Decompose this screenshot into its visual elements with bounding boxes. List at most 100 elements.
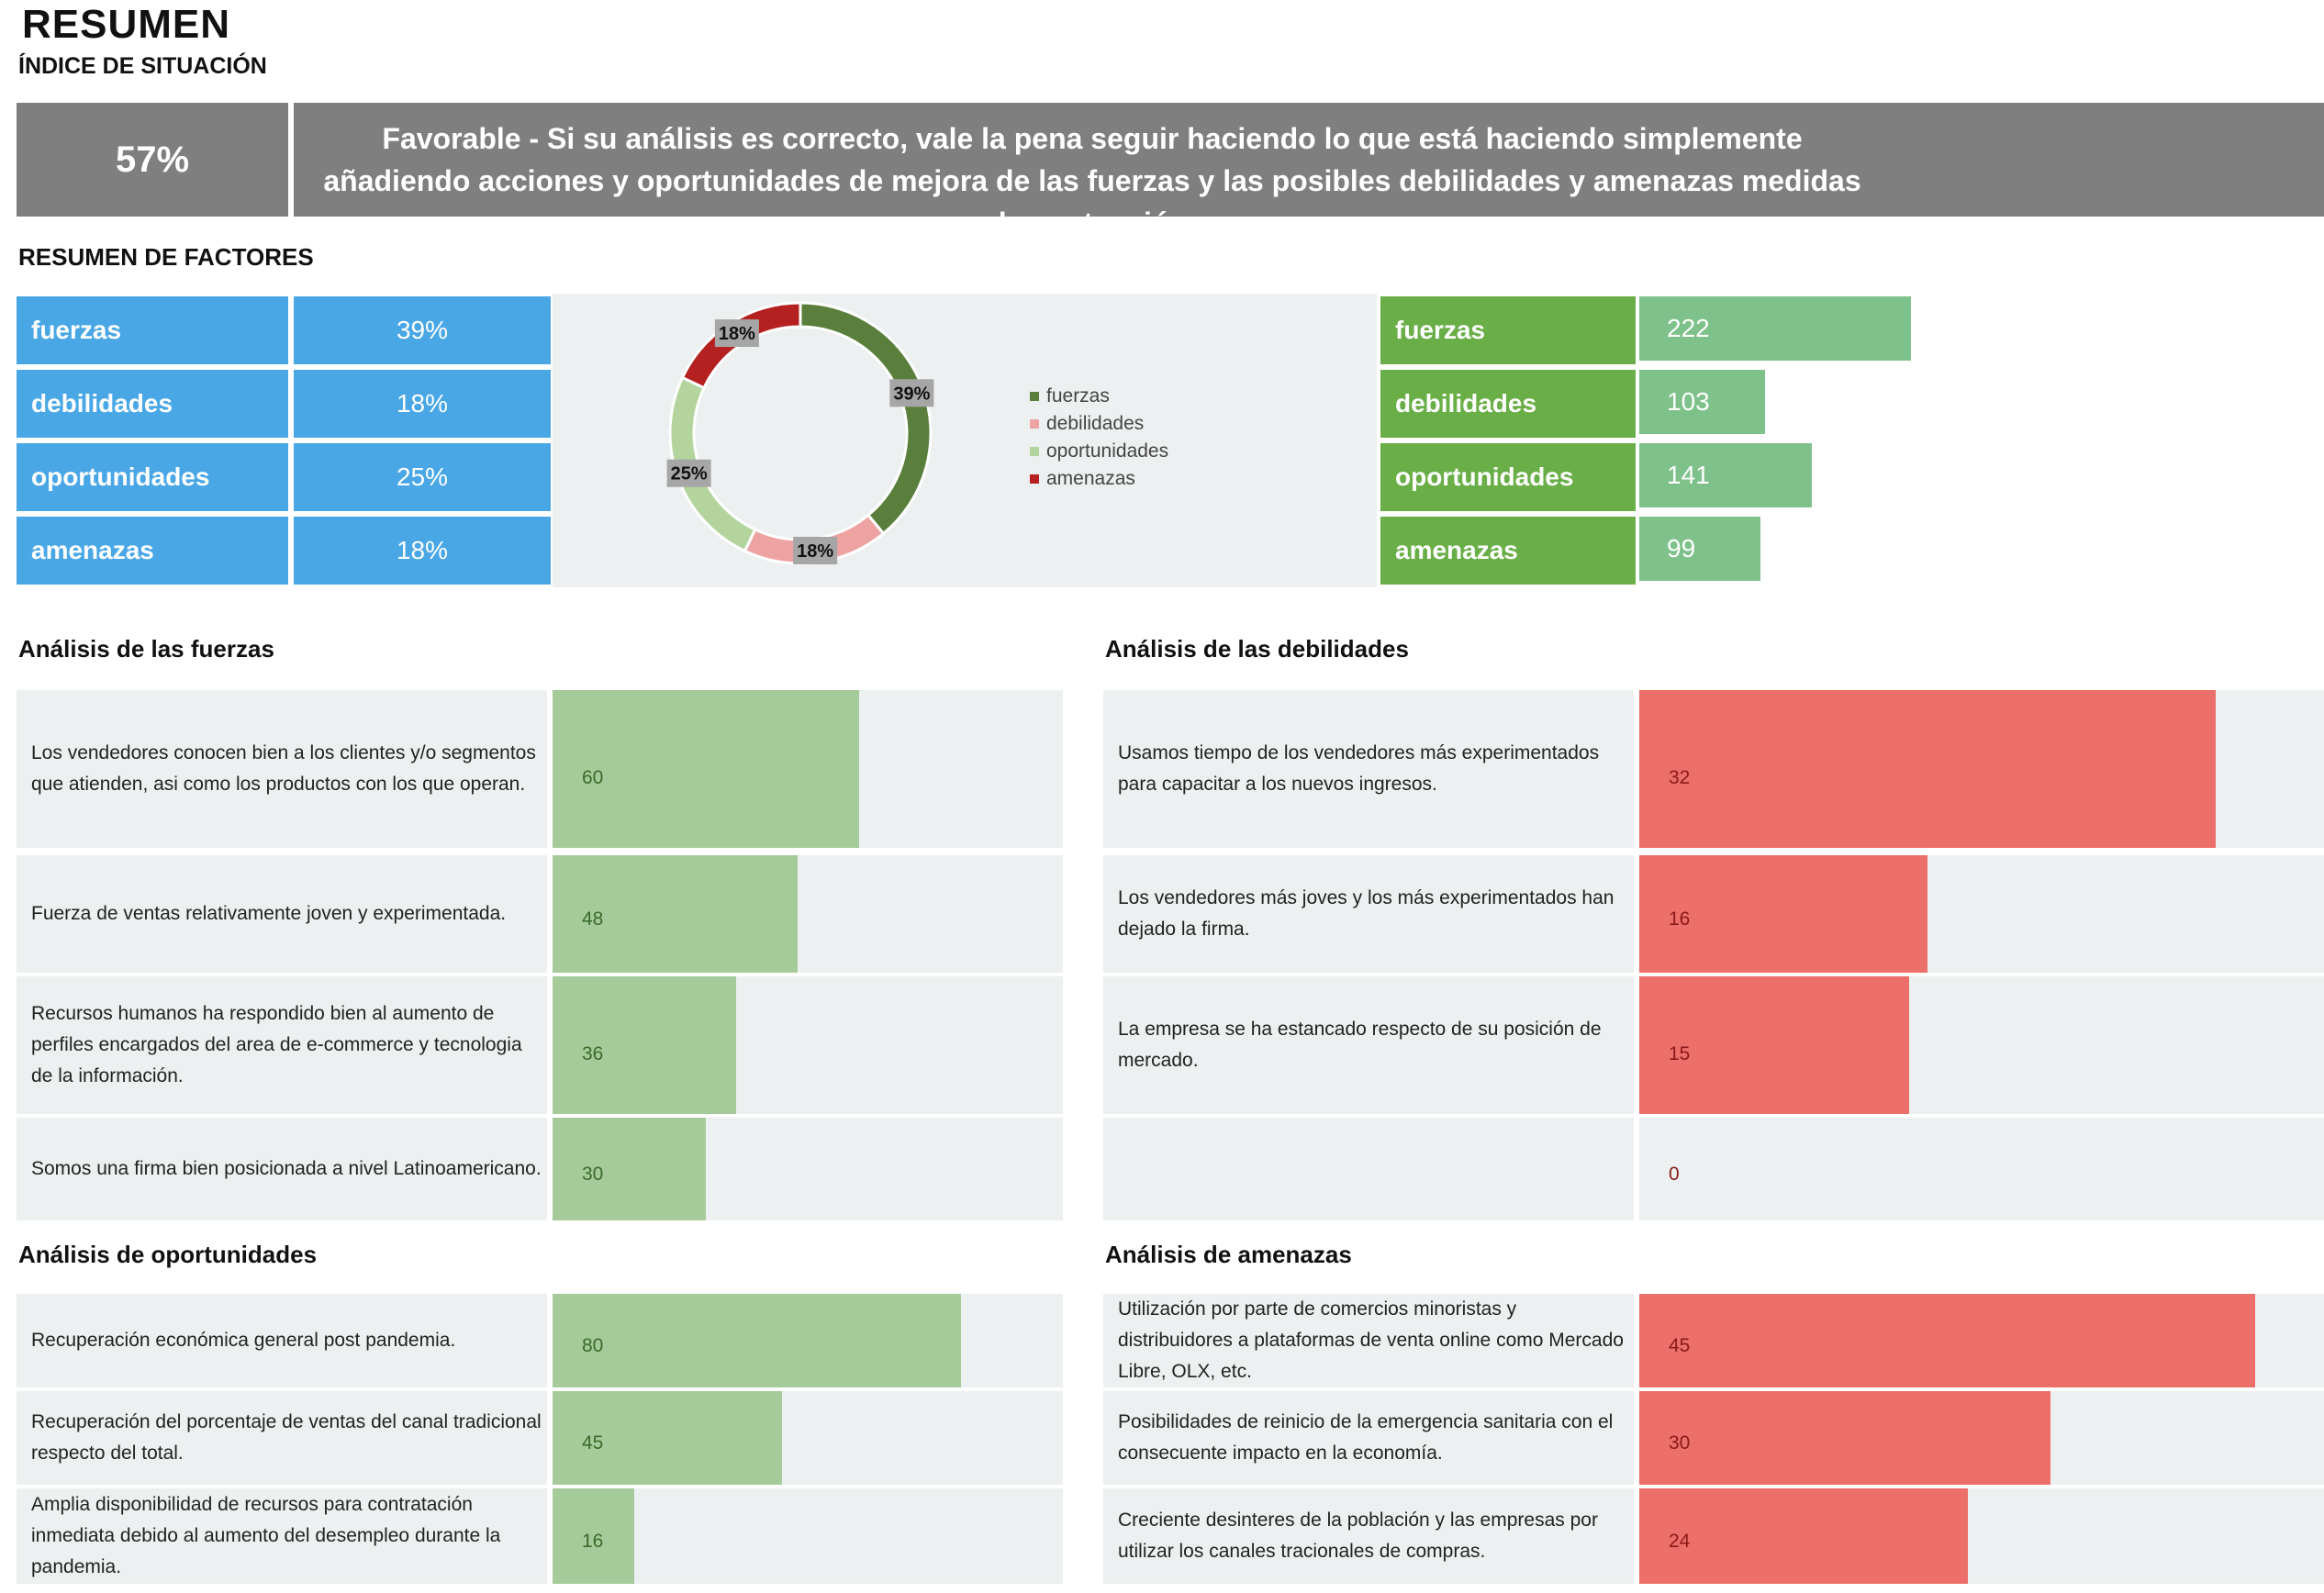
situation-index-text: Favorable - Si su análisis es correcto, … [323, 122, 1861, 240]
factor-count-label-oportunidades: oportunidades [1380, 443, 1636, 511]
situation-index-value: 57% [17, 103, 288, 217]
donut-label-oportunidades: 25% [666, 459, 711, 487]
factor-count-bar-amenazas: 99 [1639, 517, 1760, 581]
factor-label-amenazas: amenazas [17, 517, 288, 585]
section-row-value: 45 [582, 1432, 604, 1454]
section-row-value: 0 [1669, 1164, 1680, 1185]
section-row-bar [553, 976, 736, 1114]
factors-summary-title: RESUMEN DE FACTORES [18, 243, 314, 271]
factor-count-bar-oportunidades: 141 [1639, 443, 1812, 507]
section-row-value: 16 [582, 1531, 604, 1552]
factor-label-debilidades: debilidades [17, 370, 288, 438]
factor-count-label-fuerzas: fuerzas [1380, 296, 1636, 364]
section-row-text: Recursos humanos ha respondido bien al a… [17, 976, 547, 1114]
section-row-value: 30 [582, 1164, 604, 1185]
legend-label: amenazas [1046, 468, 1135, 489]
factor-percent-fuerzas: 39% [294, 296, 551, 364]
section-row-text: La empresa se ha estancado respecto de s… [1103, 976, 1634, 1114]
page-title: RESUMEN [22, 2, 231, 47]
section-row-value: 32 [1669, 767, 1691, 788]
section-row-text: Posibilidades de reinicio de la emergenc… [1103, 1391, 1634, 1485]
donut-label-amenazas: 18% [714, 319, 759, 348]
section-row-text: Los vendedores más joves y los más exper… [1103, 855, 1634, 973]
donut-label-debilidades: 18% [793, 536, 838, 564]
factor-percent-amenazas: 18% [294, 517, 551, 585]
svg-text:25%: 25% [671, 464, 708, 485]
legend-item-debilidades: debilidades [1030, 413, 1168, 435]
donut-label-fuerzas: 39% [889, 379, 934, 407]
section-row-track: 30 [1639, 1391, 2324, 1485]
section-row-value: 15 [1669, 1043, 1691, 1064]
legend-swatch [1030, 447, 1039, 456]
section-row-track: 0 [1639, 1118, 2324, 1220]
legend-item-oportunidades: oportunidades [1030, 440, 1168, 462]
section-title-oportunidades: Análisis de oportunidades [18, 1241, 318, 1268]
page-subtitle: ÍNDICE DE SITUACIÓN [18, 53, 267, 79]
situation-index-description: Favorable - Si su análisis es correcto, … [294, 103, 2324, 240]
section-row-track: 15 [1639, 976, 2324, 1114]
factor-count-label-debilidades: debilidades [1380, 370, 1636, 438]
section-row-bar [1639, 1391, 2050, 1485]
legend-item-amenazas: amenazas [1030, 468, 1168, 490]
section-row-track: 45 [553, 1391, 1063, 1485]
factor-percent-oportunidades: 25% [294, 443, 551, 511]
donut-slice-fuerzas [799, 301, 933, 536]
section-row-track: 32 [1639, 690, 2324, 848]
section-row-bar [1639, 1294, 2255, 1387]
section-row-track: 60 [553, 690, 1063, 848]
legend-swatch [1030, 474, 1039, 484]
factor-count-track: 141 [1639, 443, 2324, 507]
svg-text:18%: 18% [719, 324, 755, 344]
section-row-value: 16 [1669, 908, 1691, 930]
factor-count-bar-fuerzas: 222 [1639, 296, 1911, 361]
legend-swatch [1030, 419, 1039, 429]
section-row-value: 30 [1669, 1432, 1691, 1454]
section-row-text: Recuperación económica general post pand… [17, 1294, 547, 1387]
legend-label: debilidades [1046, 413, 1145, 434]
legend-label: oportunidades [1046, 440, 1169, 462]
section-row-text: Recuperación del porcentaje de ventas de… [17, 1391, 547, 1485]
svg-text:39%: 39% [893, 384, 930, 404]
factor-count-track: 222 [1639, 296, 2324, 361]
factor-percent-debilidades: 18% [294, 370, 551, 438]
factor-count-label-amenazas: amenazas [1380, 517, 1636, 585]
section-row-text: Usamos tiempo de los vendedores más expe… [1103, 690, 1634, 848]
section-row-value: 36 [582, 1043, 604, 1064]
section-title-fuerzas: Análisis de las fuerzas [18, 635, 274, 663]
section-row-track: 16 [1639, 855, 2324, 973]
section-row-text: Creciente desinteres de la población y l… [1103, 1488, 1634, 1584]
section-row-text: Somos una firma bien posicionada a nivel… [17, 1118, 547, 1220]
legend-item-fuerzas: fuerzas [1030, 385, 1168, 407]
section-row-value: 24 [1669, 1531, 1691, 1552]
section-row-track: 30 [553, 1118, 1063, 1220]
legend-swatch [1030, 392, 1039, 401]
section-row-text: Utilización por parte de comercios minor… [1103, 1294, 1634, 1387]
section-row-text: Amplia disponibilidad de recursos para c… [17, 1488, 547, 1584]
section-row-track: 36 [553, 976, 1063, 1114]
section-row-track: 45 [1639, 1294, 2324, 1387]
section-row-track: 16 [553, 1488, 1063, 1584]
section-row-value: 60 [582, 767, 604, 788]
section-row-track: 48 [553, 855, 1063, 973]
section-row-bar [553, 1118, 706, 1220]
section-row-text: Fuerza de ventas relativamente joven y e… [17, 855, 547, 973]
section-row-bar [553, 1294, 961, 1387]
section-row-value: 45 [1669, 1335, 1691, 1356]
section-row-bar [1639, 690, 2216, 848]
factor-label-oportunidades: oportunidades [17, 443, 288, 511]
section-row-track: 24 [1639, 1488, 2324, 1584]
legend-label: fuerzas [1046, 385, 1110, 407]
factor-count-bar-debilidades: 103 [1639, 370, 1765, 434]
chart-legend: fuerzas debilidades oportunidades amenazas [1030, 385, 1168, 496]
svg-text:18%: 18% [797, 541, 833, 562]
section-row-text [1103, 1118, 1634, 1220]
section-title-amenazas: Análisis de amenazas [1105, 1241, 1352, 1268]
factor-count-track: 99 [1639, 517, 2324, 581]
section-title-debilidades: Análisis de las debilidades [1105, 635, 1409, 663]
factors-donut-chart: 39% 18% 25% 18% [666, 301, 934, 565]
section-row-text: Los vendedores conocen bien a los client… [17, 690, 547, 848]
section-row-track: 80 [553, 1294, 1063, 1387]
factors-chart-panel: 39% 18% 25% 18% fuerzas debilidades oportunid… [553, 294, 1377, 587]
section-row-value: 48 [582, 908, 604, 930]
section-row-value: 80 [582, 1335, 604, 1356]
